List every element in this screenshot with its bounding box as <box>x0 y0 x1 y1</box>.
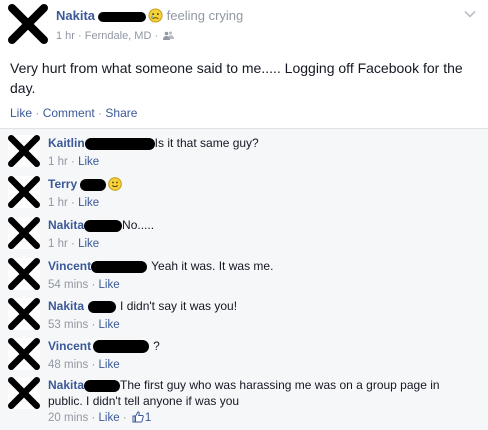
feeling-status: feeling crying <box>166 8 244 23</box>
comment-line: Vincent Yeah it was. It was me. <box>48 258 273 274</box>
comment-author[interactable]: Terry <box>48 177 77 191</box>
redacted-avatar-x-icon <box>8 4 48 44</box>
like-count[interactable]: 1 <box>145 412 151 424</box>
redaction-bar <box>84 137 155 150</box>
comment-timestamp[interactable]: 53 mins <box>48 319 88 331</box>
share-button[interactable]: Share <box>105 106 137 120</box>
redaction-bar <box>88 300 117 313</box>
comment-meta: 48 mins · Like <box>48 359 120 371</box>
comment-like-button[interactable]: Like <box>78 197 99 209</box>
commenter-avatar[interactable] <box>8 258 40 290</box>
post-location[interactable]: Ferndale, MD <box>85 30 152 42</box>
comment-like-button[interactable]: Like <box>99 279 120 291</box>
comment-author[interactable]: Nakita <box>48 378 84 392</box>
comment-like-button[interactable]: Like <box>78 156 99 168</box>
comment-author[interactable]: Nakita <box>48 218 84 232</box>
redaction-bar <box>84 379 121 392</box>
comment-author[interactable]: Kaitlin <box>48 136 85 150</box>
comment-like-button[interactable]: Like <box>99 359 120 371</box>
comment-text: Yeah it was. It was me. <box>151 259 274 273</box>
comment-meta: 1 hr · Like <box>48 156 100 168</box>
comment-timestamp[interactable]: 54 mins <box>48 279 88 291</box>
comment-author[interactable]: Vincent <box>48 259 91 273</box>
redaction-bar <box>98 11 147 22</box>
redacted-avatar-x-icon <box>8 217 40 249</box>
comment-timestamp[interactable]: 1 hr <box>48 238 68 250</box>
comment-timestamp[interactable]: 1 hr <box>48 156 68 168</box>
comment-line: Nakita No..... <box>48 217 154 233</box>
redaction-bar <box>84 219 123 232</box>
comment-meta: 1 hr · Like <box>48 197 100 209</box>
post-timestamp[interactable]: 1 hr <box>56 30 75 42</box>
redacted-avatar-x-icon <box>8 176 40 208</box>
redacted-avatar-x-icon <box>8 135 40 167</box>
comment-button[interactable]: Comment <box>43 106 95 120</box>
thumbs-up-icon[interactable] <box>132 411 144 423</box>
commenter-avatar[interactable] <box>8 377 40 409</box>
post-actions: Like · Comment · Share <box>10 106 138 120</box>
comment-meta: 54 mins · Like <box>48 279 120 291</box>
commenter-avatar[interactable] <box>8 338 40 370</box>
redacted-avatar-x-icon <box>8 298 40 330</box>
comment-like-button[interactable]: Like <box>99 319 120 331</box>
redaction-bar <box>80 178 107 191</box>
comment-timestamp[interactable]: 20 mins <box>48 412 88 424</box>
audience-friends-icon[interactable] <box>163 31 175 40</box>
commenter-avatar[interactable] <box>8 176 40 208</box>
comment-text: ? <box>153 339 160 353</box>
comment-text: I didn't say it was you! <box>120 299 238 313</box>
redaction-bar <box>93 340 150 354</box>
comment-meta: 20 mins · Like · 1 <box>48 411 152 424</box>
crying-emoji-icon <box>148 8 163 23</box>
comment-timestamp[interactable]: 1 hr <box>48 197 68 209</box>
comment-line: Kaitlin Is it that same guy? <box>48 135 259 151</box>
post-header: Nakita feeling crying <box>56 8 243 24</box>
post-body-text: Very hurt from what someone said to me..… <box>10 60 463 96</box>
comment-like-button[interactable]: Like <box>99 412 120 424</box>
commenter-avatar[interactable] <box>8 135 40 167</box>
smile-emoji-icon <box>108 177 122 191</box>
post-author-name[interactable]: Nakita <box>56 8 95 23</box>
commenter-avatar[interactable] <box>8 298 40 330</box>
comment-author[interactable]: Vincent <box>48 339 91 353</box>
commenter-avatar[interactable] <box>8 217 40 249</box>
post-author-avatar[interactable] <box>8 4 48 44</box>
comment-text: No..... <box>122 218 155 232</box>
comment-line: Nakita I didn't say it was you! <box>48 298 237 314</box>
post: Nakita feeling crying 1 hr · Ferndale, M… <box>0 0 488 132</box>
redacted-avatar-x-icon <box>8 377 40 409</box>
comment-timestamp[interactable]: 48 mins <box>48 359 88 371</box>
chevron-down-icon[interactable] <box>464 10 476 18</box>
redacted-avatar-x-icon <box>8 338 40 370</box>
comment-line: Nakita The first guy who was harassing me… <box>48 377 468 409</box>
comment-text: Is it that same guy? <box>154 136 259 150</box>
redacted-avatar-x-icon <box>8 258 40 290</box>
comments-section: Kaitlin Is it that same guy? 1 hr · Like … <box>0 128 488 430</box>
comment-line: Vincent? <box>48 338 160 354</box>
comment-like-button[interactable]: Like <box>78 238 99 250</box>
comment-meta: 1 hr · Like <box>48 238 100 250</box>
comment-meta: 53 mins · Like <box>48 319 120 331</box>
redaction-bar <box>91 260 148 273</box>
post-meta: 1 hr · Ferndale, MD · <box>56 29 175 43</box>
comment-line: Terry <box>48 176 122 192</box>
like-button[interactable]: Like <box>10 106 32 120</box>
comment-author[interactable]: Nakita <box>48 299 84 313</box>
